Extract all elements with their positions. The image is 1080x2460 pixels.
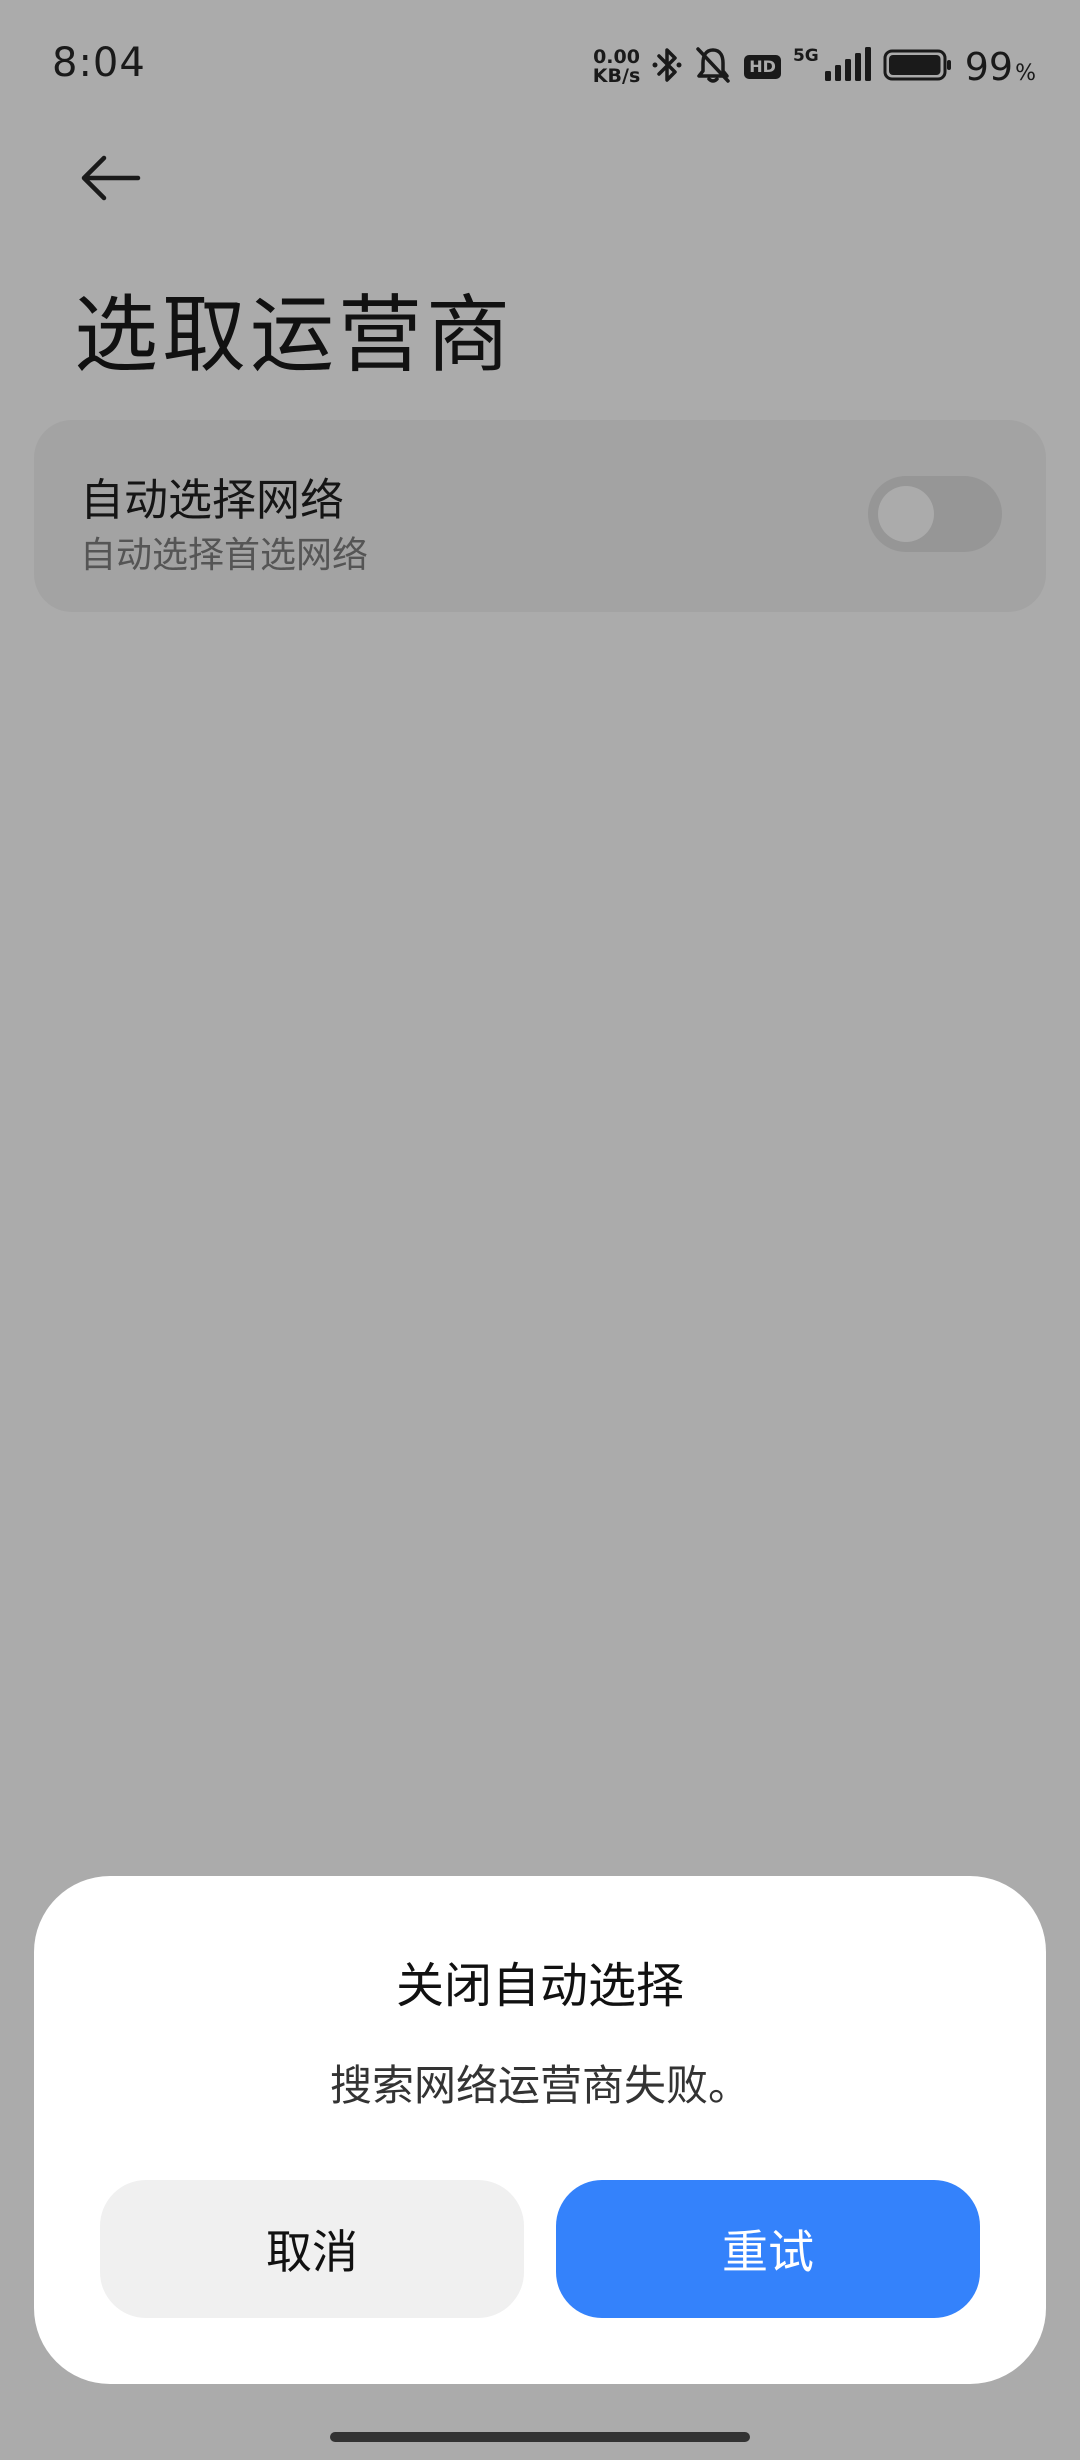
auto-select-network-row[interactable]: 自动选择网络 自动选择首选网络	[34, 420, 1046, 612]
auto-select-network-subtitle: 自动选择首选网络	[80, 535, 369, 576]
status-icons: 0.00 KB/s HD 5G 99 %	[593, 42, 1036, 92]
back-button[interactable]	[60, 130, 160, 230]
dialog-title: 关闭自动选择	[395, 1958, 684, 2014]
battery-percentage: 99 %	[965, 45, 1036, 89]
toggle-knob	[878, 486, 934, 542]
retry-button[interactable]: 重试	[556, 2180, 980, 2318]
cellular-signal: 5G	[793, 47, 871, 87]
network-type-label: 5G	[792, 46, 819, 66]
battery-icon	[883, 48, 953, 86]
network-speed-unit: KB/s	[592, 65, 641, 87]
arrow-left-icon	[78, 152, 142, 208]
battery-percentage-unit: %	[1015, 61, 1036, 86]
auto-select-network-title: 自动选择网络	[80, 475, 344, 526]
home-indicator[interactable]	[330, 2432, 750, 2442]
network-speed: 0.00 KB/s	[593, 48, 640, 86]
dialog-message: 搜索网络运营商失败。	[329, 2061, 750, 2110]
bell-off-icon	[694, 45, 732, 89]
status-bar: 8:04 0.00 KB/s HD 5G 99 %	[0, 0, 1080, 140]
cancel-button[interactable]: 取消	[100, 2180, 524, 2318]
signal-bars-icon	[823, 47, 871, 87]
disable-auto-select-dialog: 关闭自动选择 搜索网络运营商失败。 取消 重试	[34, 1876, 1046, 2384]
hd-badge: HD	[744, 55, 781, 79]
auto-select-network-toggle[interactable]	[868, 476, 1002, 552]
battery-fill	[888, 55, 941, 75]
battery-percentage-value: 99	[964, 45, 1014, 89]
page-title: 选取运营商	[74, 286, 515, 384]
bluetooth-icon	[652, 45, 682, 89]
status-time: 8:04	[52, 40, 146, 86]
